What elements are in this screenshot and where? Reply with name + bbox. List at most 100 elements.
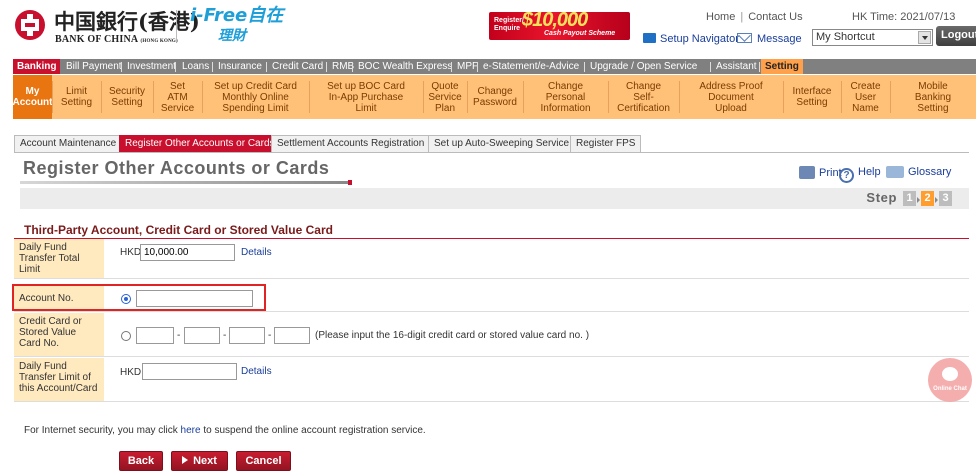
security-note: For Internet security, you may click her…: [24, 425, 426, 436]
logout-button[interactable]: Logout: [936, 26, 976, 46]
step-1: 1: [903, 191, 916, 206]
menu-insurance[interactable]: Insurance: [214, 59, 266, 74]
menu-banking[interactable]: Banking: [13, 59, 61, 74]
message-link[interactable]: Message: [757, 33, 802, 45]
card-no-part-2[interactable]: [184, 327, 220, 344]
chevron-down-icon[interactable]: [918, 31, 931, 44]
menu-bill-payment[interactable]: Bill Payment: [62, 59, 126, 74]
glossary-icon: [886, 166, 904, 178]
promo-banner[interactable]: Register/ Enquire $10,000 Cash Payout Sc…: [489, 12, 630, 40]
print-tool[interactable]: Print: [799, 166, 842, 179]
help-tool[interactable]: ? Help: [839, 166, 881, 183]
daily-account-limit-label: Daily Fund Transfer Limit of this Accoun…: [14, 358, 104, 401]
logo-divider: [176, 10, 177, 42]
submenu-quote-service-plan[interactable]: Quote Service Plan: [423, 75, 467, 119]
menu-upgrade-open-service[interactable]: Upgrade / Open Service: [586, 59, 701, 74]
daily-account-limit-input[interactable]: [142, 363, 237, 380]
help-link[interactable]: Help: [858, 166, 881, 178]
step-indicator: Step: [20, 188, 969, 209]
setting-submenu: My Account Limit Setting Security Settin…: [13, 75, 976, 119]
cancel-button[interactable]: Cancel: [236, 451, 291, 471]
menu-credit-card[interactable]: Credit Card: [268, 59, 327, 74]
tab-register-other-accounts[interactable]: Register Other Accounts or Cards: [119, 135, 281, 152]
help-icon: ?: [839, 168, 854, 183]
home-link[interactable]: Home: [706, 11, 735, 23]
daily-total-details-link[interactable]: Details: [241, 247, 272, 258]
tab-underline: [14, 152, 969, 153]
currency-label: HKD: [120, 367, 142, 378]
next-button[interactable]: Next: [171, 451, 228, 471]
daily-account-details-link[interactable]: Details: [241, 366, 272, 377]
setup-navigator-link[interactable]: Setup Navigator: [660, 33, 739, 45]
envelope-icon: [737, 33, 752, 43]
shortcut-select[interactable]: My Shortcut: [812, 29, 933, 46]
card-separator: -: [268, 330, 272, 341]
promo-amount: $10,000: [522, 12, 588, 31]
menu-assistant[interactable]: Assistant: [712, 59, 761, 74]
message[interactable]: Message: [737, 33, 802, 45]
card-no-label: Credit Card or Stored Value Card No.: [14, 313, 104, 356]
step-3: 3: [939, 191, 952, 206]
step-arrow-icon: [935, 197, 938, 203]
play-icon: [182, 456, 189, 464]
promo-register-text: Register/ Enquire: [494, 17, 524, 32]
submenu-my-account[interactable]: My Account: [13, 75, 53, 119]
print-icon: [799, 166, 815, 179]
menu-boc-wealth-express[interactable]: BOC Wealth Express: [354, 59, 456, 74]
suspend-here-link[interactable]: here: [181, 425, 201, 436]
menu-e-statement[interactable]: e-Statement/e-Advice: [479, 59, 583, 74]
ifree-logo[interactable]: i-Free自在: [190, 7, 283, 25]
card-no-part-1[interactable]: [136, 327, 174, 344]
contact-us-link[interactable]: Contact Us: [748, 11, 802, 23]
card-no-row: Credit Card or Stored Value Card No. - -…: [14, 313, 969, 357]
setup-navigator[interactable]: Setup Navigator: [643, 33, 739, 45]
glossary-tool[interactable]: Glossary: [886, 166, 951, 178]
submenu-change-personal-info[interactable]: Change Personal Information: [523, 75, 608, 119]
tab-register-fps[interactable]: Register FPS: [570, 135, 642, 152]
menu-investment[interactable]: Investment: [123, 59, 180, 74]
card-no-radio[interactable]: [121, 331, 131, 341]
promo-subtitle: Cash Payout Scheme: [544, 30, 616, 37]
tab-settlement-accounts[interactable]: Settlement Accounts Registration: [271, 135, 431, 152]
submenu-interface-setting[interactable]: Interface Setting: [783, 75, 841, 119]
menu-loans[interactable]: Loans: [178, 59, 213, 74]
daily-total-limit-field[interactable]: [140, 244, 235, 261]
logo-english-name: BANK OF CHINA (HONG KONG): [55, 34, 178, 45]
card-separator: -: [177, 330, 181, 341]
card-no-part-3[interactable]: [229, 327, 265, 344]
step-label: Step: [866, 190, 897, 205]
submenu-change-self-certification[interactable]: Change Self-Certification: [608, 75, 679, 119]
submenu-limit-setting[interactable]: Limit Setting: [52, 75, 101, 119]
next-button-label: Next: [193, 455, 217, 467]
submenu-create-user-name[interactable]: Create User Name: [841, 75, 890, 119]
shortcut-selected-value: My Shortcut: [816, 31, 875, 43]
top-links: Home | Contact Us: [706, 11, 803, 23]
submenu-credit-card-limit[interactable]: Set up Credit Card Monthly Online Spendi…: [202, 75, 309, 119]
tab-auto-sweeping[interactable]: Set up Auto-Sweeping Service: [428, 135, 576, 152]
daily-account-limit-row: Daily Fund Transfer Limit of this Accoun…: [14, 358, 969, 402]
card-separator: -: [223, 330, 227, 341]
menu-setting[interactable]: Setting: [761, 59, 803, 74]
main-menu: Banking Bill Payment Investment Loans In…: [13, 59, 976, 74]
tab-account-maintenance[interactable]: Account Maintenance: [14, 135, 123, 152]
glossary-link[interactable]: Glossary: [908, 166, 951, 178]
ifree-logo-sub: 理財: [218, 28, 246, 44]
chat-bubble-icon: [942, 367, 958, 381]
step-arrow-icon: [917, 197, 920, 203]
submenu-boc-card-limit[interactable]: Set up BOC Card In-App Purchase Limit: [309, 75, 423, 119]
header: 中国銀行(香港) BANK OF CHINA (HONG KONG) i-Fre…: [0, 0, 976, 55]
submenu-security-setting[interactable]: Security Setting: [101, 75, 153, 119]
boc-logo-icon[interactable]: [15, 10, 45, 40]
online-chat-button[interactable]: Online Chat: [928, 358, 972, 402]
back-button[interactable]: Back: [119, 451, 163, 471]
security-note-before: For Internet security, you may click: [24, 425, 181, 436]
submenu-mobile-banking-setting[interactable]: Mobile Banking Setting: [890, 75, 976, 119]
submenu-set-atm-service[interactable]: Set ATM Service: [153, 75, 202, 119]
submenu-address-proof-upload[interactable]: Address Proof Document Upload: [679, 75, 783, 119]
security-note-after: to suspend the online account registrati…: [200, 425, 426, 436]
daily-total-limit-label: Daily Fund Transfer Total Limit: [14, 239, 104, 278]
step-2-current: 2: [921, 191, 934, 206]
submenu-change-password[interactable]: Change Password: [467, 75, 523, 119]
card-no-part-4[interactable]: [274, 327, 310, 344]
logo-chinese-name: 中国銀行(香港): [54, 9, 200, 34]
